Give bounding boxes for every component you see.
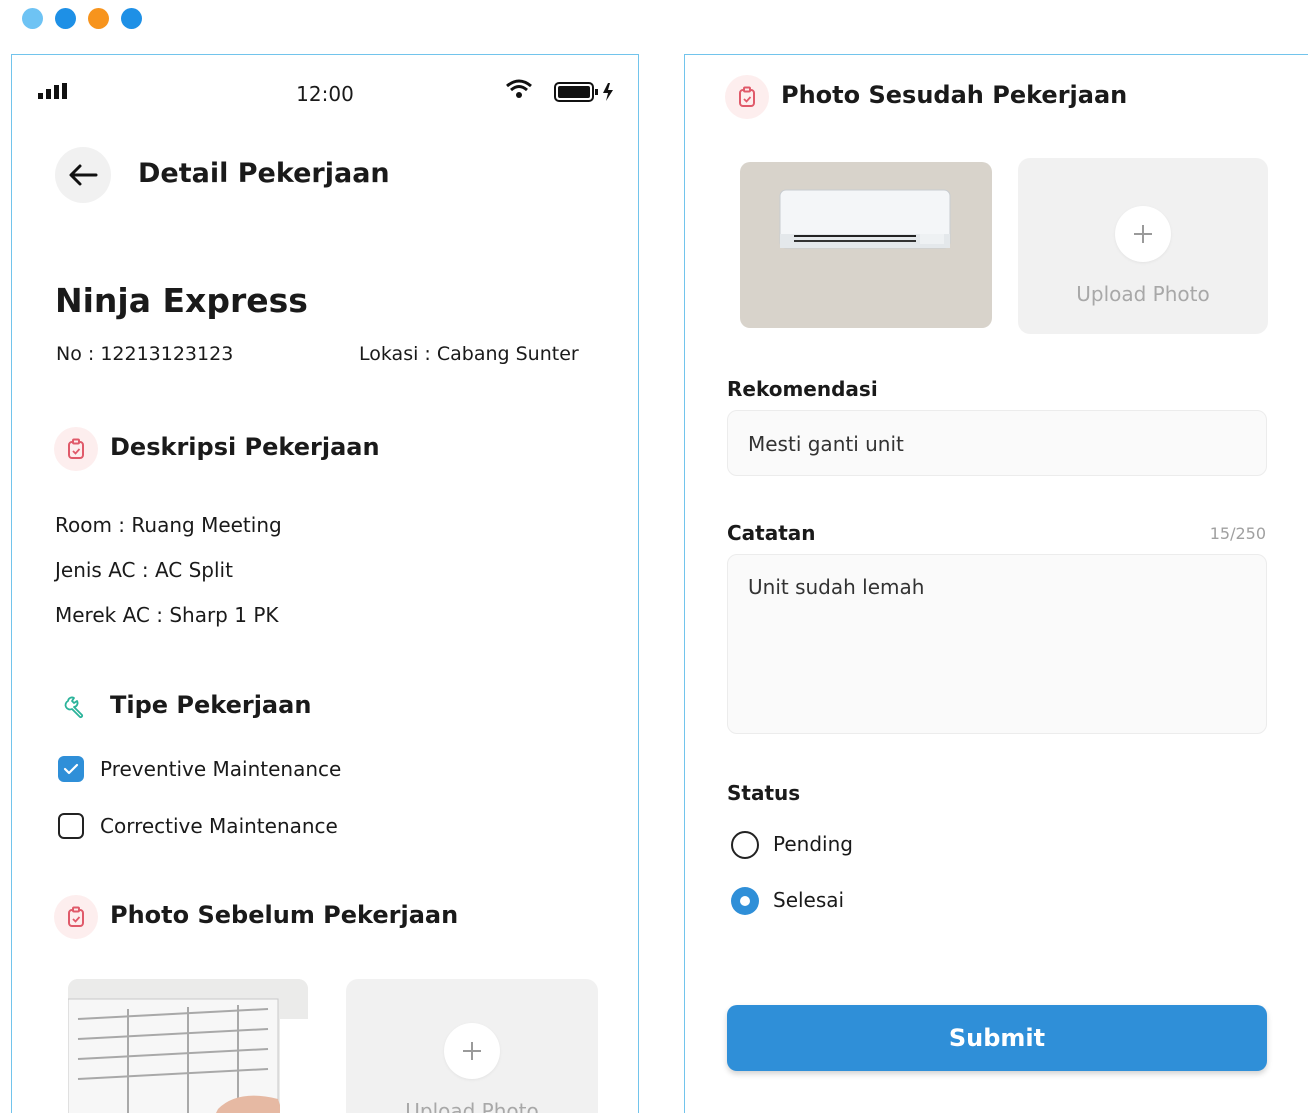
status-time: 12:00 — [296, 82, 354, 106]
dot-blue — [55, 8, 76, 29]
battery-icon — [554, 82, 613, 102]
phone-screen-right: Photo Sesudah Pekerjaan Upload Photo Rek… — [684, 54, 1308, 1113]
clipboard-icon — [54, 895, 98, 939]
dot-blue-2 — [121, 8, 142, 29]
status-pending-label: Pending — [773, 832, 853, 856]
preventive-checkbox[interactable] — [58, 756, 84, 782]
work-type-title: Tipe Pekerjaan — [110, 691, 312, 719]
photo-before-thumbnail[interactable] — [68, 979, 308, 1113]
corrective-label: Corrective Maintenance — [100, 814, 338, 838]
description-title: Deskripsi Pekerjaan — [110, 433, 380, 461]
clipboard-icon — [725, 75, 769, 119]
photo-before-title: Photo Sebelum Pekerjaan — [110, 901, 459, 929]
notes-label: Catatan — [727, 521, 816, 545]
company-name: Ninja Express — [55, 281, 308, 320]
wifi-icon — [506, 79, 532, 98]
description-ac-type: Jenis AC : AC Split — [55, 558, 233, 582]
upload-photo-label: Upload Photo — [405, 1099, 539, 1113]
dot-orange — [88, 8, 109, 29]
status-selesai-radio[interactable] — [731, 887, 759, 915]
status-pending-radio[interactable] — [731, 831, 759, 859]
photo-after-upload[interactable]: Upload Photo — [1018, 158, 1268, 334]
status-bar: 12:00 — [12, 55, 638, 135]
job-number: No : 12213123123 — [56, 343, 234, 365]
arrow-left-icon — [69, 164, 98, 186]
corrective-checkbox[interactable] — [58, 813, 84, 839]
app-root: 12:00 Detail Pekerjaan Ninja Express No … — [0, 0, 1308, 1113]
notes-textarea[interactable]: Unit sudah lemah — [727, 554, 1267, 734]
page-title: Detail Pekerjaan — [138, 158, 390, 189]
clipboard-icon — [54, 427, 98, 471]
submit-button[interactable]: Submit — [727, 1005, 1267, 1071]
preventive-label: Preventive Maintenance — [100, 757, 342, 781]
back-button[interactable] — [55, 147, 111, 203]
header-dots — [22, 8, 142, 29]
recommendation-input[interactable]: Mesti ganti unit — [727, 410, 1267, 476]
notes-counter: 15/250 — [1209, 524, 1266, 543]
status-selesai-label: Selesai — [773, 888, 845, 912]
plus-icon — [1115, 206, 1171, 262]
ac-open-image — [68, 979, 308, 1113]
phone-screen-left: 12:00 Detail Pekerjaan Ninja Express No … — [11, 54, 639, 1113]
photo-before-upload[interactable]: Upload Photo — [346, 979, 598, 1113]
plus-icon — [444, 1023, 500, 1079]
job-location: Lokasi : Cabang Sunter — [359, 343, 579, 365]
photo-after-thumbnail[interactable] — [740, 162, 992, 328]
ac-unit-image — [740, 162, 992, 328]
dot-light-blue — [22, 8, 43, 29]
check-icon — [63, 763, 79, 775]
description-room: Room : Ruang Meeting — [55, 513, 282, 537]
status-label: Status — [727, 781, 801, 805]
wrench-icon — [54, 685, 98, 729]
recommendation-label: Rekomendasi — [727, 377, 878, 401]
photo-after-title: Photo Sesudah Pekerjaan — [781, 81, 1128, 109]
description-ac-brand: Merek AC : Sharp 1 PK — [55, 603, 279, 627]
upload-photo-label: Upload Photo — [1076, 282, 1210, 306]
